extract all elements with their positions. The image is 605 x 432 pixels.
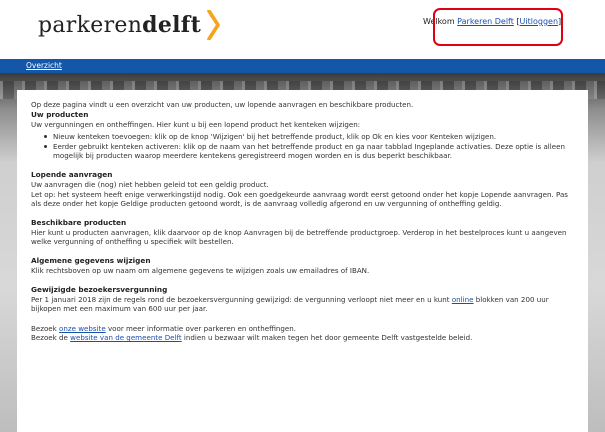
municipality-website-link[interactable]: website van de gemeente Delft <box>70 333 182 342</box>
intro-text: Op deze pagina vindt u een overzicht van… <box>31 100 414 109</box>
section-products: Uw producten Uw vergunningen en ontheffi… <box>31 110 574 161</box>
section-available: Beschikbare producten Hier kunt u produc… <box>31 218 574 247</box>
section-visitor-text: Per 1 januari 2018 zijn de regels rond d… <box>31 295 574 314</box>
logo-text-regular: parkeren <box>38 13 143 38</box>
chevron-right-icon <box>207 10 220 40</box>
section-available-title: Beschikbare producten <box>31 217 127 227</box>
footer-line-website: Bezoek onze website voor meer informatie… <box>31 324 574 334</box>
section-available-text: Hier kunt u producten aanvragen, klik da… <box>31 227 567 247</box>
footer-links: Bezoek onze website voor meer informatie… <box>31 324 574 343</box>
section-requests-title: Lopende aanvragen <box>31 169 113 179</box>
page-header: parkerendelft Welkom Parkeren Delft [Uit… <box>0 0 605 58</box>
logo-text: parkerendelft <box>38 12 201 38</box>
section-requests-line2: Let op: het systeem heeft enige verwerki… <box>31 189 569 209</box>
section-visitor: Gewijzigde bezoekersvergunning Per 1 jan… <box>31 285 574 314</box>
section-general-title: Algemene gegevens wijzigen <box>31 255 151 265</box>
list-item: Nieuw kenteken toevoegen: klik op de kno… <box>44 132 574 142</box>
products-bullet-list: Nieuw kenteken toevoegen: klik op de kno… <box>44 132 574 161</box>
logo-text-bold: delft <box>142 12 202 38</box>
section-products-text: Uw vergunningen en ontheffingen. Hier ku… <box>31 119 361 129</box>
section-visitor-title: Gewijzigde bezoekersvergunning <box>31 284 168 294</box>
footer-line-municipality: Bezoek de website van de gemeente Delft … <box>31 333 574 343</box>
footer1-after: voor meer informatie over parkeren en on… <box>105 323 297 333</box>
main-content: Op deze pagina vindt u een overzicht van… <box>17 90 588 432</box>
nav-overview-link[interactable]: Overzicht <box>26 61 62 70</box>
list-item: Eerder gebruikt kenteken activeren: klik… <box>44 142 574 161</box>
section-general-text: Klik rechtsboven op uw naam om algemene … <box>31 265 370 275</box>
online-link[interactable]: online <box>452 295 474 304</box>
our-website-link[interactable]: onze website <box>59 324 106 333</box>
section-requests: Lopende aanvragen Uw aanvragen die (nog)… <box>31 170 574 209</box>
nav-bar: Overzicht <box>0 59 605 73</box>
visitor-text-before: Per 1 januari 2018 zijn de regels rond d… <box>31 294 452 304</box>
footer1-before: Bezoek <box>31 323 60 333</box>
section-requests-line1: Uw aanvragen die (nog) niet hebben gelei… <box>31 179 269 189</box>
section-general: Algemene gegevens wijzigen Klik rechtsbo… <box>31 256 574 276</box>
footer2-after: indien u bezwaar wilt maken tegen het do… <box>181 333 473 343</box>
parkeren-delft-logo[interactable]: parkerendelft <box>38 10 221 40</box>
section-products-title: Uw producten <box>31 109 89 119</box>
annotation-highlight-box <box>433 8 563 46</box>
footer2-before: Bezoek de <box>31 333 71 343</box>
